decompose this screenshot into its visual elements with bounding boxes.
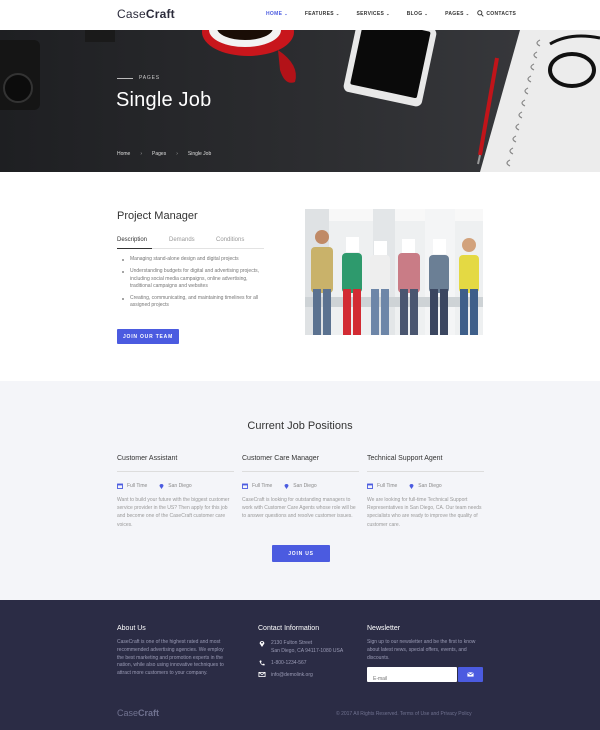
job-tabs: Description Demands Conditions	[117, 237, 264, 249]
position-description: Want to build your future with the bigge…	[117, 497, 230, 528]
job-title: Project Manager	[117, 210, 198, 222]
hero-eyebrow: PAGES	[117, 75, 160, 81]
location-pin-icon	[259, 641, 265, 647]
contact-address: 2130 Fulton Street San Diego, CA 94117-10…	[258, 640, 343, 655]
chevron-down-icon: ⌄	[465, 11, 470, 16]
position-description: CaseCraft is looking for outstanding man…	[242, 497, 356, 520]
newsletter-email-field[interactable]	[367, 667, 457, 687]
list-item: Creating, communicating, and maintaining…	[122, 295, 266, 310]
phone-icon	[259, 660, 265, 666]
contact-phone[interactable]: 1-800-1234-567	[258, 660, 307, 668]
join-our-team-button[interactable]: JOIN OUR TEAM	[117, 329, 179, 344]
phone-number[interactable]: 1-800-1234-567	[271, 660, 307, 668]
email-input[interactable]	[367, 671, 457, 687]
chevron-down-icon: ⌄	[386, 11, 390, 16]
position-description: We are looking for full-time Technical S…	[367, 497, 482, 528]
address-line-2: San Diego, CA 94117-1080 USA	[271, 647, 344, 654]
footer-newsletter-title: Newsletter	[367, 625, 401, 632]
job-type: Full Time	[367, 483, 397, 489]
newsletter-text: Sign up to our newsletter and be the fir…	[367, 639, 476, 661]
section-title: Current Job Positions	[247, 420, 353, 432]
main-nav: HOME ⌄ FEATURES ⌄ SERVICES ⌄ BLOG ⌄ PAGES ⌄ C…	[266, 11, 533, 17]
job-description-list: Managing stand-alone design and digital …	[122, 256, 266, 315]
location-pin-icon	[409, 484, 414, 489]
site-logo[interactable]: CaseCraft	[117, 7, 175, 21]
position-card: Customer Assistant Full Time San Diego W…	[117, 455, 234, 529]
join-us-button[interactable]: JOIN US	[272, 545, 330, 562]
logo-light-text: Case	[117, 7, 146, 21]
job-location: San Diego	[284, 483, 317, 489]
footer-about-title: About Us	[117, 625, 146, 632]
position-card: Customer Care Manager Full Time San Dieg…	[242, 455, 359, 521]
page-title: Single Job	[116, 89, 212, 111]
tab-demands[interactable]: Demands	[169, 237, 195, 243]
copyright-text: © 2017 All Rights Reserved. Terms of Use…	[336, 711, 472, 717]
job-location: San Diego	[409, 483, 442, 489]
chevron-down-icon: ⌄	[335, 11, 340, 16]
position-title[interactable]: Customer Care Manager	[242, 455, 359, 467]
position-card: Technical Support Agent Full Time San Di…	[367, 455, 484, 529]
team-photo	[305, 209, 483, 335]
calendar-icon	[367, 483, 373, 489]
list-item: Managing stand-alone design and digital …	[122, 256, 266, 263]
chevron-down-icon: ⌄	[424, 11, 429, 16]
divider	[367, 471, 484, 472]
position-title[interactable]: Technical Support Agent	[367, 455, 484, 467]
address-line-1: 2130 Fulton Street	[271, 640, 313, 646]
nav-item-features[interactable]: FEATURES ⌄	[305, 11, 340, 17]
position-title[interactable]: Customer Assistant	[117, 455, 234, 467]
footer-about-text: CaseCraft is one of the highest rated an…	[117, 639, 224, 677]
location-pin-icon	[159, 484, 164, 489]
calendar-icon	[117, 483, 123, 489]
tab-description[interactable]: Description	[117, 237, 147, 243]
chevron-down-icon: ⌄	[284, 11, 288, 16]
site-footer: About Us CaseCraft is one of the highest…	[0, 600, 600, 730]
footer-logo[interactable]: CaseCraft	[117, 708, 159, 718]
divider	[117, 471, 234, 472]
newsletter-submit-button[interactable]	[458, 667, 483, 682]
nav-item-home[interactable]: HOME ⌄	[266, 11, 288, 17]
search-icon[interactable]	[477, 10, 484, 17]
nav-item-contacts[interactable]: CONTACTS	[486, 11, 516, 17]
logo-bold-text: Craft	[145, 7, 175, 21]
eyebrow-divider	[117, 77, 133, 79]
site-header: CaseCraft HOME ⌄ FEATURES ⌄ SERVICES ⌄ BLOG…	[0, 0, 600, 30]
nav-item-services[interactable]: SERVICES ⌄	[357, 11, 390, 17]
calendar-icon	[242, 483, 248, 489]
breadcrumb-pages[interactable]: Pages	[152, 151, 166, 157]
location-pin-icon	[284, 484, 289, 489]
eyebrow-text: PAGES	[139, 75, 160, 81]
hero-background-image	[0, 30, 600, 172]
hero-banner: PAGES Single Job Home › Pages › Single J…	[0, 30, 600, 172]
nav-item-blog[interactable]: BLOG ⌄	[407, 11, 428, 17]
tab-conditions[interactable]: Conditions	[216, 237, 244, 243]
breadcrumb-current: Single Job	[187, 151, 212, 157]
footer-contact-title: Contact Information	[258, 625, 320, 632]
contact-email[interactable]: info@demolink.org	[258, 672, 313, 680]
list-item: Understanding budgets for digital and ad…	[122, 268, 266, 290]
chevron-right-icon: ›	[140, 151, 143, 157]
breadcrumb: Home › Pages › Single Job	[117, 151, 211, 157]
nav-item-pages[interactable]: PAGES ⌄	[445, 11, 469, 17]
envelope-icon	[467, 672, 474, 677]
breadcrumb-home[interactable]: Home	[117, 151, 130, 157]
job-location: San Diego	[159, 483, 192, 489]
job-type: Full Time	[117, 483, 147, 489]
envelope-icon	[258, 672, 266, 677]
chevron-right-icon: ›	[176, 151, 178, 157]
active-tab-indicator	[117, 248, 152, 249]
job-type: Full Time	[242, 483, 272, 489]
divider	[242, 471, 359, 472]
email-address[interactable]: info@demolink.org	[271, 672, 313, 680]
